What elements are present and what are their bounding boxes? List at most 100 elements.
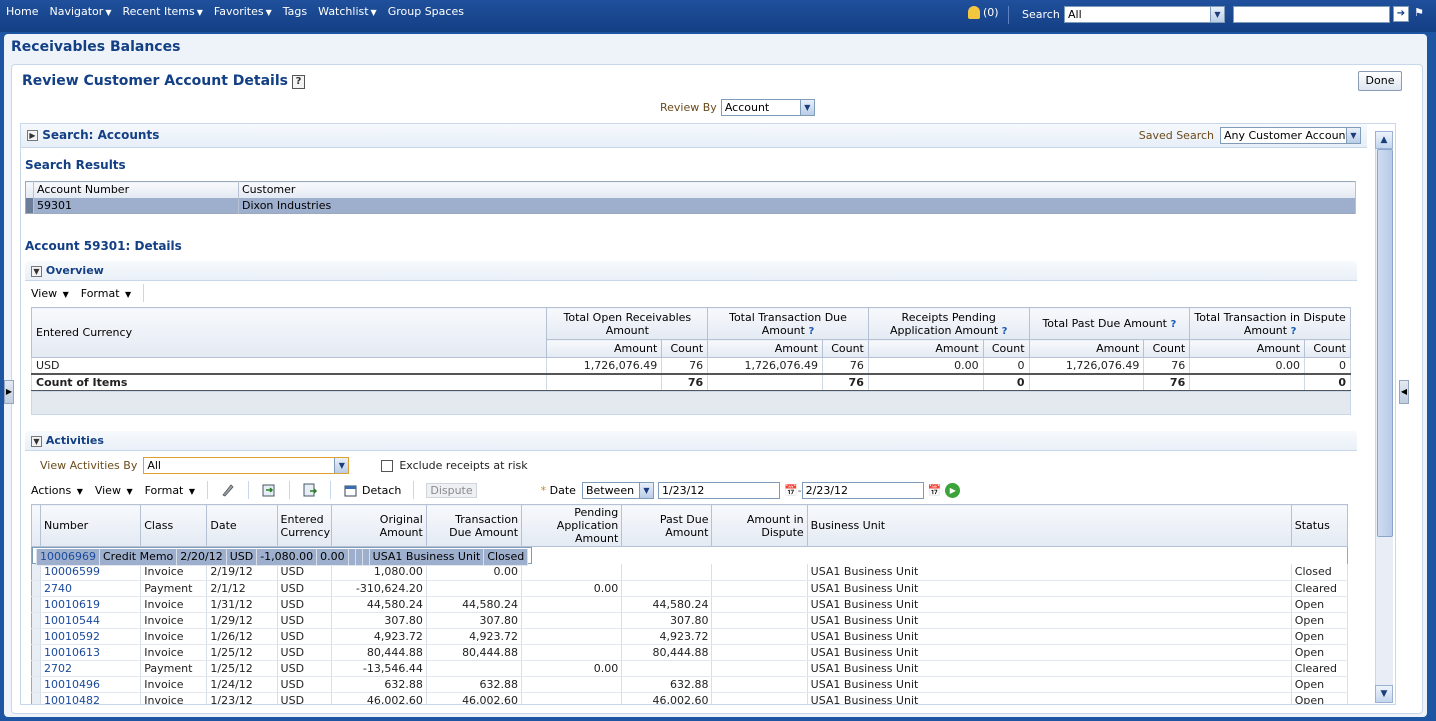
column-header[interactable]: Business Unit xyxy=(806,504,1292,547)
nav-item[interactable]: Navigator ▼ xyxy=(49,5,111,18)
transaction-number-link[interactable]: 10006969 xyxy=(40,550,96,563)
format-menu[interactable]: Format ▼ xyxy=(145,484,195,497)
column-header[interactable]: Amount in Dispute xyxy=(711,504,808,547)
right-pane-toggle-icon[interactable]: ◀ xyxy=(1399,380,1409,404)
activities-title[interactable]: ▼ Activities xyxy=(31,434,104,447)
transaction-number-link[interactable]: 2702 xyxy=(44,662,72,675)
help-icon[interactable]: ? xyxy=(1291,326,1297,337)
go-search-icon[interactable]: ▶ xyxy=(945,482,961,498)
scroll-up-icon[interactable]: ▲ xyxy=(1375,131,1393,149)
nav-item[interactable]: Recent Items ▼ xyxy=(122,5,202,18)
column-header[interactable]: Customer xyxy=(238,181,1356,198)
subheader-amount: Amount xyxy=(1189,339,1306,358)
column-header[interactable]: Date xyxy=(206,504,278,547)
nav-item[interactable]: Home xyxy=(6,5,38,18)
personalize-icon[interactable]: ⚑ xyxy=(1414,6,1428,20)
exclude-receipts-checkbox[interactable] xyxy=(381,459,394,472)
column-header[interactable]: Status xyxy=(1290,504,1349,547)
scroll-thumb[interactable] xyxy=(1377,149,1393,537)
detach-button[interactable]: Detach xyxy=(343,482,401,498)
table-row[interactable]: 2702 Payment 1/25/12 USD -13,546.44 0.00 USA1 … xyxy=(31,660,1349,677)
column-header[interactable]: Past Due Amount xyxy=(621,504,713,547)
detach-icon xyxy=(344,485,357,497)
query-by-example-icon[interactable] xyxy=(302,482,318,498)
transaction-number-link[interactable]: 10006599 xyxy=(44,565,100,578)
chevron-down-icon[interactable]: ▼ xyxy=(1346,128,1360,143)
scroll-down-icon[interactable]: ▼ xyxy=(1375,685,1393,703)
nav-item[interactable]: Watchlist ▼ xyxy=(318,5,377,18)
column-header[interactable]: Pending Application Amount xyxy=(521,504,623,547)
transaction-number-link[interactable]: 10010496 xyxy=(44,678,100,691)
global-search-input[interactable] xyxy=(1233,6,1390,23)
table-row[interactable]: 59301 Dixon Industries xyxy=(25,197,1356,214)
subheader-count: Count xyxy=(661,339,709,358)
column-header[interactable]: Account Number xyxy=(33,181,239,198)
review-by-select[interactable]: Account ▼ xyxy=(720,99,815,116)
caret-down-icon: ▼ xyxy=(265,8,272,17)
collapse-icon[interactable]: ▼ xyxy=(31,435,42,447)
search-go-icon[interactable]: ➔ xyxy=(1393,6,1409,22)
column-header[interactable]: Entered Currency xyxy=(30,307,548,358)
caret-down-icon: ▼ xyxy=(125,289,132,299)
search-title[interactable]: ▶ Search: Accounts xyxy=(27,128,159,142)
table-row[interactable]: 10010482 Invoice 1/23/12 USD 46,002.60 46,002… xyxy=(31,692,1349,705)
view-menu[interactable]: View ▼ xyxy=(95,484,133,497)
done-button[interactable]: Done xyxy=(1358,71,1402,91)
chevron-down-icon[interactable]: ▼ xyxy=(638,482,653,498)
chevron-down-icon[interactable]: ▼ xyxy=(799,100,814,115)
nav-item[interactable]: Tags xyxy=(283,5,307,18)
account-number-cell[interactable]: 59301 xyxy=(33,197,239,214)
help-icon[interactable]: ? xyxy=(1171,319,1177,330)
date-operator-select[interactable]: Between ▼ xyxy=(581,481,654,499)
count-cell: 76 xyxy=(821,357,869,375)
transaction-number-link[interactable]: 10010544 xyxy=(44,614,100,627)
export-icon[interactable] xyxy=(261,482,277,498)
table-row[interactable]: 10010619 Invoice 1/31/12 USD 44,580.24 44,580… xyxy=(31,596,1349,613)
chevron-down-icon[interactable]: ▼ xyxy=(334,458,349,473)
transaction-number-link[interactable]: 10010619 xyxy=(44,598,100,611)
table-row[interactable]: 10010592 Invoice 1/26/12 USD 4,923.72 4,923.7… xyxy=(31,628,1349,645)
transaction-number-link[interactable]: 10010592 xyxy=(44,630,100,643)
table-row[interactable]: 10010544 Invoice 1/29/12 USD 307.80 307.80 307… xyxy=(31,612,1349,629)
nav-item[interactable]: Group Spaces xyxy=(388,5,464,18)
scroll-track[interactable] xyxy=(1375,149,1393,685)
chevron-down-icon[interactable]: ▼ xyxy=(1210,7,1224,22)
column-header[interactable]: Entered Currency xyxy=(276,504,332,547)
nav-item[interactable]: Favorites ▼ xyxy=(214,5,272,18)
transaction-number-link[interactable]: 2740 xyxy=(44,582,72,595)
table-row[interactable]: 10010613 Invoice 1/25/12 USD 80,444.88 80,444… xyxy=(31,644,1349,661)
date-to-input[interactable]: 2/23/12 xyxy=(801,481,924,499)
column-header[interactable]: Original Amount xyxy=(330,504,427,547)
left-pane-toggle-icon[interactable]: ▶ xyxy=(4,380,14,404)
collapse-icon[interactable]: ▼ xyxy=(31,265,42,277)
edit-pencil-icon[interactable] xyxy=(220,482,236,498)
column-header[interactable]: Transaction Due Amount xyxy=(425,504,523,547)
dispute-button[interactable]: Dispute xyxy=(426,482,477,498)
global-search-scope-select[interactable]: All ▼ xyxy=(1064,6,1225,23)
transaction-number-link[interactable]: 10010613 xyxy=(44,646,100,659)
transaction-number-link[interactable]: 10010482 xyxy=(44,694,100,705)
view-menu[interactable]: View ▼ xyxy=(31,287,69,300)
calendar-to-icon[interactable]: 📅 xyxy=(928,484,942,497)
help-icon[interactable]: ? xyxy=(292,75,305,89)
notifications[interactable]: (0) xyxy=(968,6,999,19)
overview-title[interactable]: ▼ Overview xyxy=(31,264,104,277)
column-header[interactable]: Class xyxy=(140,504,208,547)
column-header[interactable]: Number xyxy=(40,504,142,547)
table-row[interactable]: 2740 Payment 2/1/12 USD -310,624.20 0.00 USA1 … xyxy=(31,580,1349,597)
saved-search-select[interactable]: Any Customer Account ▼ xyxy=(1220,127,1361,144)
vertical-scrollbar[interactable]: ▲ ▼ xyxy=(1375,131,1393,703)
table-cell: Payment xyxy=(140,660,208,677)
table-cell: 4,923.72 xyxy=(621,628,713,645)
format-menu[interactable]: Format ▼ xyxy=(81,287,131,300)
table-row[interactable]: 10006969 Credit Memo 2/20/12 USD -1,080.00 0.… xyxy=(32,547,533,566)
help-icon[interactable]: ? xyxy=(808,326,814,337)
calendar-from-icon[interactable]: 📅- xyxy=(784,484,802,497)
table-row[interactable]: 10010496 Invoice 1/24/12 USD 632.88 632.88 632… xyxy=(31,676,1349,693)
view-activities-select[interactable]: All ▼ xyxy=(143,457,350,474)
expand-icon[interactable]: ▶ xyxy=(27,130,38,141)
table-row[interactable]: 10006599 Invoice 2/19/12 USD 1,080.00 0.00 USA… xyxy=(31,564,1349,581)
date-from-input[interactable]: 1/23/12 xyxy=(657,481,780,499)
actions-menu[interactable]: Actions ▼ xyxy=(31,484,83,497)
help-icon[interactable]: ? xyxy=(1002,326,1008,337)
